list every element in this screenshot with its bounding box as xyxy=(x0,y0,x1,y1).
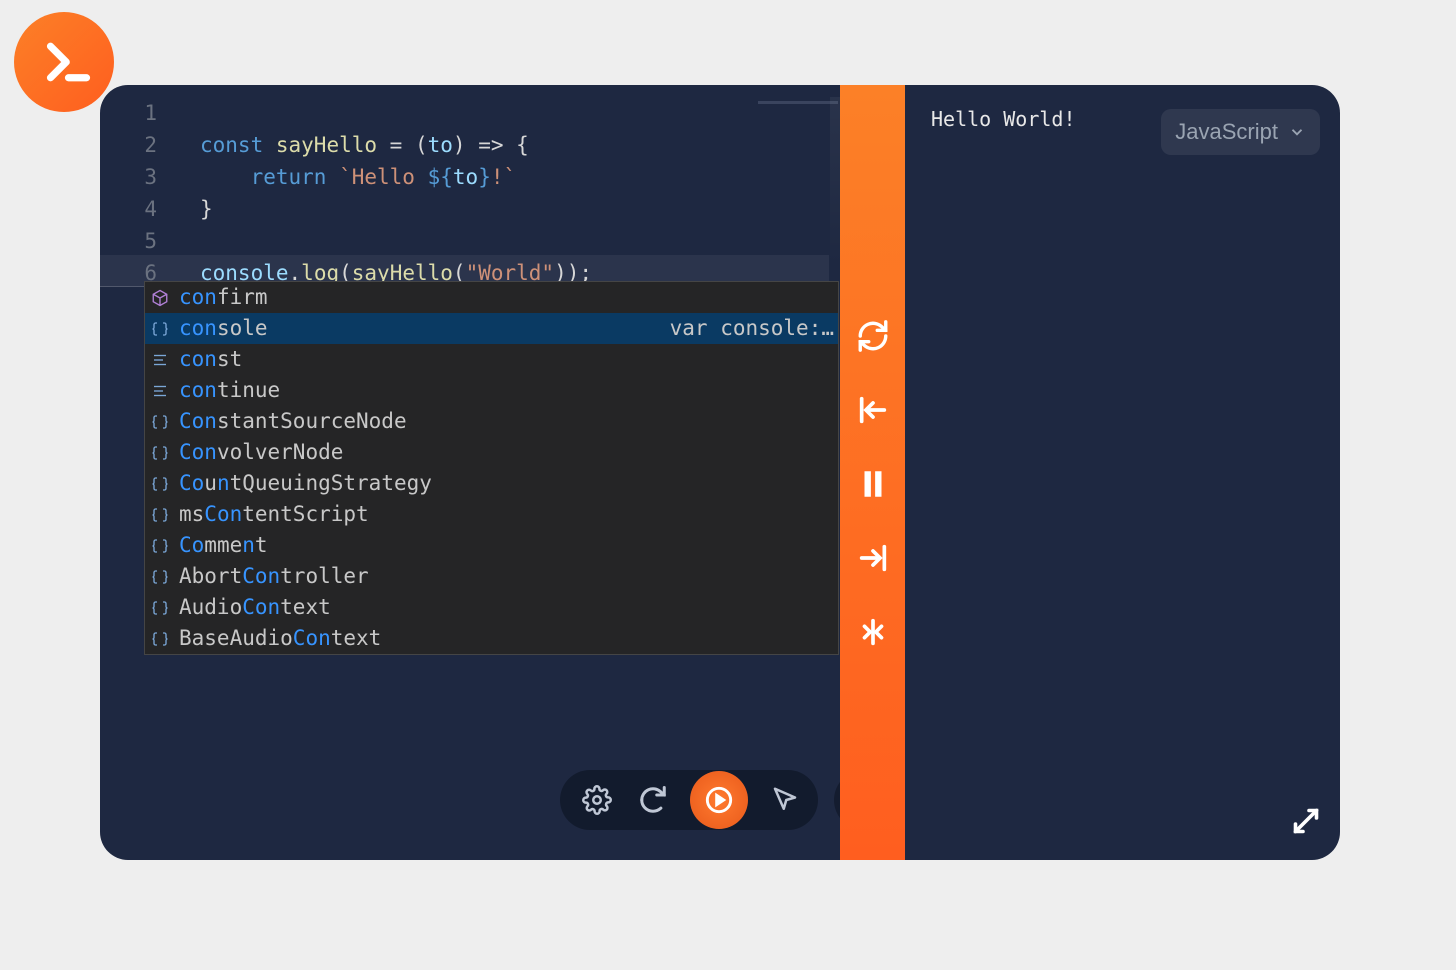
bracket-icon xyxy=(149,473,171,495)
suggestion-item[interactable]: BaseAudioContext xyxy=(145,623,838,654)
intellisense-popup[interactable]: confirmconsole var console:… constcontinue… xyxy=(144,281,839,655)
suggestion-label: console xyxy=(179,313,268,344)
suggestion-label: msContentScript xyxy=(179,499,369,530)
suggestion-item[interactable]: AbortController xyxy=(145,561,838,592)
view-code-button[interactable] xyxy=(834,770,840,830)
suggestion-label: BaseAudioContext xyxy=(179,623,381,654)
center-icon[interactable] xyxy=(856,615,890,653)
suggestion-label: AudioContext xyxy=(179,592,331,623)
bracket-icon xyxy=(149,628,171,650)
suggestion-label: Comment xyxy=(179,530,268,561)
pane-divider[interactable] xyxy=(840,85,905,860)
suggestion-label: AbortController xyxy=(179,561,369,592)
suggestion-item[interactable]: confirm xyxy=(145,282,838,313)
minimap[interactable] xyxy=(830,97,840,267)
suggestion-item[interactable]: CountQueuingStrategy xyxy=(145,468,838,499)
sync-icon[interactable] xyxy=(856,319,890,357)
line-number-gutter: 1 2 3 4 5 6 xyxy=(100,97,185,289)
suggestion-label: continue xyxy=(179,375,280,406)
reload-button[interactable] xyxy=(638,785,668,815)
suggestion-item[interactable]: Comment xyxy=(145,530,838,561)
resize-handle-icon[interactable] xyxy=(1288,803,1324,844)
suggestion-item[interactable]: AudioContext xyxy=(145,592,838,623)
suggestion-label: confirm xyxy=(179,282,268,313)
suggestion-item[interactable]: ConstantSourceNode xyxy=(145,406,838,437)
collapse-right-icon[interactable] xyxy=(856,541,890,579)
suggestion-detail: var console:… xyxy=(630,313,834,344)
bracket-icon xyxy=(149,318,171,340)
bracket-icon xyxy=(149,566,171,588)
editor-pane[interactable]: 1 2 3 4 5 6 const sayHello = (to) => { r… xyxy=(100,85,840,860)
run-button[interactable] xyxy=(690,771,748,829)
bracket-icon xyxy=(149,442,171,464)
text-icon xyxy=(149,380,171,402)
language-select[interactable]: JavaScript xyxy=(1161,109,1320,155)
bracket-icon xyxy=(149,411,171,433)
suggestion-item[interactable]: const xyxy=(145,344,838,375)
bracket-icon xyxy=(149,504,171,526)
cursor-button[interactable] xyxy=(770,785,800,815)
suggestion-item[interactable]: continue xyxy=(145,375,838,406)
suggestion-item[interactable]: msContentScript xyxy=(145,499,838,530)
suggestion-label: ConvolverNode xyxy=(179,437,343,468)
suggestion-item[interactable]: console var console:… xyxy=(145,313,838,344)
cube-icon xyxy=(149,287,171,309)
bracket-icon xyxy=(149,535,171,557)
suggestion-item[interactable]: ConvolverNode xyxy=(145,437,838,468)
collapse-left-icon[interactable] xyxy=(856,393,890,431)
settings-button[interactable] xyxy=(582,785,612,815)
suggestion-label: ConstantSourceNode xyxy=(179,406,407,437)
suggestion-label: CountQueuingStrategy xyxy=(179,468,432,499)
pause-icon[interactable] xyxy=(856,467,890,505)
editor-toolbar xyxy=(560,770,818,830)
bracket-icon xyxy=(149,597,171,619)
output-pane: Hello World! JavaScript xyxy=(905,85,1340,860)
text-icon xyxy=(149,349,171,371)
app-logo xyxy=(14,12,114,112)
suggestion-label: const xyxy=(179,344,242,375)
